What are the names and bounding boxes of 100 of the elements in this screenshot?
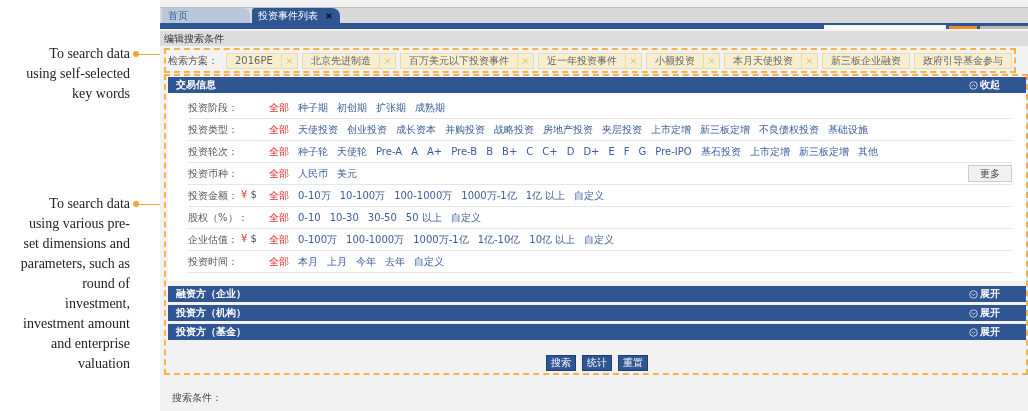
panel-header[interactable]: 融资方（企业） 展开 xyxy=(168,286,1026,302)
filter-option[interactable]: 100-1000万 xyxy=(346,232,405,247)
filter-option[interactable]: G xyxy=(638,146,647,157)
filter-option[interactable]: 天使轮 xyxy=(337,144,367,159)
saved-search-tag[interactable]: 近一年投资事件 xyxy=(537,52,642,69)
filter-option[interactable]: D xyxy=(566,146,575,157)
filter-option[interactable]: 基础设施 xyxy=(828,122,868,137)
filter-option[interactable]: 1000万-1亿 xyxy=(413,232,469,247)
filter-option[interactable]: 上市定增 xyxy=(651,122,691,137)
panel-header[interactable]: 投资方（机构） 展开 xyxy=(168,305,1026,321)
filter-option[interactable]: 不良债权投资 xyxy=(759,122,819,137)
toolbar-button[interactable] xyxy=(980,26,1028,29)
filter-option[interactable]: 全部 xyxy=(269,254,289,269)
filter-option[interactable]: A xyxy=(411,146,418,157)
filter-option[interactable]: 创业投资 xyxy=(347,122,387,137)
currency-option[interactable]: $ xyxy=(250,232,257,247)
filter-option[interactable]: A+ xyxy=(427,146,443,157)
filter-option[interactable]: Pre-B xyxy=(451,146,478,157)
action-button[interactable]: 搜索 xyxy=(546,355,576,371)
filter-option[interactable]: 10-30 xyxy=(329,212,359,223)
filter-option[interactable]: 10亿 以上 xyxy=(529,232,576,247)
filter-option[interactable]: 去年 xyxy=(385,254,405,269)
saved-search-tag[interactable]: 小额投资 xyxy=(645,52,720,69)
saved-search-tag[interactable]: 2016PE xyxy=(226,52,298,69)
more-button[interactable]: 更多 xyxy=(968,165,1012,182)
search-field[interactable] xyxy=(824,25,946,29)
chevron-icon[interactable] xyxy=(969,327,978,337)
filter-option[interactable]: C+ xyxy=(542,146,558,157)
filter-option[interactable]: 天使投资 xyxy=(298,122,338,137)
filter-option[interactable]: Pre-A xyxy=(376,146,403,157)
filter-option[interactable]: 全部 xyxy=(269,188,289,203)
filter-option[interactable]: 人民币 xyxy=(298,166,328,181)
filter-option[interactable]: 房地产投资 xyxy=(543,122,593,137)
saved-search-tag[interactable]: 北京先进制造 xyxy=(301,52,396,69)
saved-search-tag[interactable]: 政府引导基金参与 xyxy=(913,52,1012,69)
filter-option[interactable]: 新三板定增 xyxy=(798,144,849,159)
filter-option[interactable]: 种子轮 xyxy=(298,144,328,159)
toggle-link[interactable]: 展开 xyxy=(980,287,1000,301)
filter-option[interactable]: 自定义 xyxy=(414,254,444,269)
filter-option[interactable]: 全部 xyxy=(269,100,289,115)
filter-option[interactable]: 其他 xyxy=(857,144,878,159)
filter-option[interactable]: 全部 xyxy=(269,210,289,225)
filter-option[interactable]: 扩张期 xyxy=(376,100,406,115)
filter-option[interactable]: 上月 xyxy=(327,254,347,269)
filter-option[interactable]: 100-1000万 xyxy=(394,188,453,203)
filter-option[interactable]: 30-50 xyxy=(367,212,397,223)
toggle-link[interactable]: 展开 xyxy=(980,306,1000,320)
chevron-icon[interactable] xyxy=(969,308,978,318)
filter-option[interactable]: 初创期 xyxy=(337,100,367,115)
filter-option[interactable]: 10-100万 xyxy=(339,188,386,203)
filter-option[interactable]: 今年 xyxy=(356,254,376,269)
saved-search-tag[interactable]: 新三板企业融资 xyxy=(821,52,910,69)
filter-option[interactable]: 并购投资 xyxy=(445,122,485,137)
filter-option[interactable]: 战略投资 xyxy=(494,122,534,137)
filter-option[interactable]: 自定义 xyxy=(584,232,615,247)
action-button[interactable]: 重置 xyxy=(618,355,648,371)
toggle-link[interactable]: 展开 xyxy=(980,325,1000,339)
filter-option[interactable]: E xyxy=(608,146,615,157)
filter-option[interactable]: 1亿-10亿 xyxy=(477,232,521,247)
currency-option[interactable]: ¥ xyxy=(241,232,248,247)
currency-option[interactable]: $ xyxy=(250,188,257,203)
saved-search-tag[interactable]: 本月天使投资 xyxy=(723,52,818,69)
filter-option[interactable]: 夹层投资 xyxy=(602,122,642,137)
filter-option[interactable]: 0-10万 xyxy=(298,188,331,203)
filter-option[interactable]: 上市定增 xyxy=(749,144,790,159)
filter-option[interactable]: 成长资本 xyxy=(396,122,436,137)
filter-option[interactable]: 0-10 xyxy=(298,212,321,223)
filter-option[interactable]: F xyxy=(623,146,630,157)
tab[interactable]: 首页 xyxy=(162,8,250,23)
filter-option[interactable]: 1000万-1亿 xyxy=(461,188,517,203)
filter-option[interactable]: D+ xyxy=(583,146,600,157)
filter-option[interactable]: 新三板定增 xyxy=(700,122,750,137)
filter-option[interactable]: 成熟期 xyxy=(415,100,445,115)
filter-option[interactable]: B xyxy=(486,146,494,157)
filter-option[interactable]: 本月 xyxy=(298,254,318,269)
filter-option[interactable]: 全部 xyxy=(269,166,289,181)
filter-option[interactable]: 全部 xyxy=(269,122,289,137)
panel-header[interactable]: 交易信息 收起 xyxy=(168,77,1026,93)
filter-option[interactable]: 基石投资 xyxy=(700,144,741,159)
tab[interactable]: 投资事件列表 xyxy=(252,8,340,23)
filter-option[interactable]: 美元 xyxy=(337,166,357,181)
filter-option[interactable]: B+ xyxy=(502,146,518,157)
filter-option[interactable]: 1亿 以上 xyxy=(525,188,566,203)
chevron-icon[interactable] xyxy=(969,289,978,299)
filter-option[interactable]: C xyxy=(526,146,534,157)
search-button[interactable] xyxy=(949,26,977,29)
toggle-link[interactable]: 收起 xyxy=(980,78,1000,92)
filter-option[interactable]: 全部 xyxy=(269,144,289,159)
currency-option[interactable]: ¥ xyxy=(241,188,248,203)
filter-option[interactable]: Pre-IPO xyxy=(655,146,692,157)
chevron-icon[interactable] xyxy=(969,80,978,90)
filter-option[interactable]: 种子期 xyxy=(298,100,328,115)
action-button[interactable]: 统计 xyxy=(582,355,612,371)
filter-option[interactable]: 全部 xyxy=(269,232,289,247)
filter-option[interactable]: 自定义 xyxy=(574,188,605,203)
panel-header[interactable]: 投资方（基金） 展开 xyxy=(168,324,1026,340)
close-icon[interactable] xyxy=(326,12,332,19)
filter-option[interactable]: 50 以上 xyxy=(405,210,442,225)
saved-search-tag[interactable]: 百万美元以下投资事件 xyxy=(399,52,534,69)
filter-option[interactable]: 0-100万 xyxy=(298,232,338,247)
